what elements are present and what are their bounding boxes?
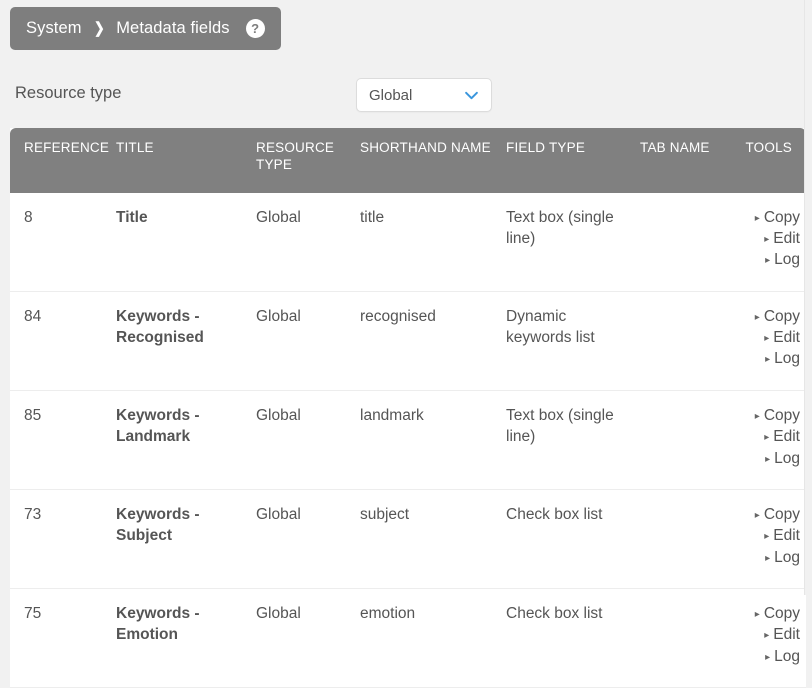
cell-title: Keywords - Subject [110, 489, 250, 590]
vertical-scrollbar[interactable] [804, 0, 812, 595]
tool-link-copy[interactable]: ▸ Copy [732, 405, 800, 426]
chevron-down-icon [465, 91, 478, 99]
column-header-reference[interactable]: REFERENCE [10, 128, 110, 193]
cell-tools: ▸ Copy ▸ Edit ▸ Log [726, 390, 806, 490]
cell-tab-name [634, 390, 726, 490]
cell-resource-type: Global [250, 588, 354, 688]
cell-shorthand-name: subject [354, 489, 500, 590]
tool-link-log[interactable]: ▸ Log [732, 646, 800, 667]
table-row: 8 Title Global title Text box (single line) ▸… [10, 192, 806, 292]
tool-bullet-icon: ▸ [754, 311, 760, 323]
tool-bullet-icon: ▸ [764, 233, 770, 245]
resource-type-selected-value: Global [369, 86, 413, 104]
tool-bullet-icon: ▸ [765, 255, 771, 267]
cell-title: Title [110, 192, 250, 292]
cell-resource-type: Global [250, 489, 354, 590]
column-header-resource-type[interactable]: RESOURCE TYPE [250, 128, 354, 193]
cell-field-type: Check box list [500, 489, 634, 590]
cell-shorthand-name: title [354, 192, 500, 292]
resource-type-filter: Resource type Global [0, 78, 812, 118]
table-row: 85 Keywords - Landmark Global landmark Text … [10, 390, 806, 490]
cell-tools: ▸ Copy ▸ Edit ▸ Log [726, 291, 806, 391]
resource-type-label: Resource type [15, 84, 122, 102]
table-row: 75 Keywords - Emotion Global emotion Check b… [10, 588, 806, 688]
cell-title: Keywords - Emotion [110, 588, 250, 688]
help-icon[interactable]: ? [245, 19, 265, 38]
breadcrumb-item-system[interactable]: System [26, 19, 82, 38]
tool-bullet-icon: ▸ [754, 609, 760, 621]
cell-title: Keywords - Landmark [110, 390, 250, 490]
column-header-title[interactable]: TITLE [110, 128, 250, 193]
cell-field-type: Text box (single line) [500, 192, 634, 292]
table-header-row: REFERENCE TITLE RESOURCE TYPE SHORTHAND … [10, 128, 806, 193]
cell-resource-type: Global [250, 390, 354, 490]
tool-link-copy[interactable]: ▸ Copy [732, 306, 800, 327]
resource-type-select[interactable]: Global [356, 78, 492, 112]
tool-bullet-icon: ▸ [754, 410, 760, 422]
tool-bullet-icon: ▸ [764, 630, 770, 642]
cell-tools: ▸ Copy ▸ Edit ▸ Log [726, 192, 806, 292]
tool-link-log[interactable]: ▸ Log [732, 448, 800, 469]
column-header-shorthand-name[interactable]: SHORTHAND NAME [354, 128, 500, 193]
tool-link-edit[interactable]: ▸ Edit [732, 327, 800, 348]
tool-bullet-icon: ▸ [765, 651, 771, 663]
tool-link-log[interactable]: ▸ Log [732, 547, 800, 568]
tool-link-log[interactable]: ▸ Log [732, 249, 800, 270]
cell-reference: 75 [10, 588, 110, 688]
cell-tools: ▸ Copy ▸ Edit ▸ Log [726, 588, 806, 688]
tool-link-edit[interactable]: ▸ Edit [732, 624, 800, 645]
cell-tab-name [634, 192, 726, 292]
cell-shorthand-name: landmark [354, 390, 500, 490]
tool-link-copy[interactable]: ▸ Copy [732, 603, 800, 624]
column-header-tools: TOOLS [726, 128, 806, 193]
cell-resource-type: Global [250, 291, 354, 391]
tool-link-log[interactable]: ▸ Log [732, 348, 800, 369]
table-body: 8 Title Global title Text box (single line) ▸… [10, 192, 806, 688]
cell-reference: 84 [10, 291, 110, 391]
cell-resource-type: Global [250, 192, 354, 292]
tool-link-copy[interactable]: ▸ Copy [732, 207, 800, 228]
cell-field-type: Text box (single line) [500, 390, 634, 490]
cell-tab-name [634, 588, 726, 688]
cell-shorthand-name: emotion [354, 588, 500, 688]
metadata-fields-page: System ❯ Metadata fields ? Resource type… [0, 0, 812, 688]
breadcrumb-separator-icon: ❯ [93, 20, 105, 37]
cell-reference: 85 [10, 390, 110, 490]
column-header-field-type[interactable]: FIELD TYPE [500, 128, 634, 193]
tool-link-edit[interactable]: ▸ Edit [732, 228, 800, 249]
tool-bullet-icon: ▸ [764, 333, 770, 345]
tool-link-edit[interactable]: ▸ Edit [732, 426, 800, 447]
cell-field-type: Check box list [500, 588, 634, 688]
cell-tab-name [634, 291, 726, 391]
table-row: 73 Keywords - Subject Global subject Check b… [10, 489, 806, 590]
breadcrumb: System ❯ Metadata fields ? [10, 7, 281, 50]
tool-bullet-icon: ▸ [764, 432, 770, 444]
tool-bullet-icon: ▸ [754, 509, 760, 521]
cell-reference: 8 [10, 192, 110, 292]
tool-bullet-icon: ▸ [764, 531, 770, 543]
tool-bullet-icon: ▸ [765, 552, 771, 564]
tool-bullet-icon: ▸ [765, 453, 771, 465]
breadcrumb-item-metadata-fields: Metadata fields [116, 19, 230, 37]
cell-tab-name [634, 489, 726, 590]
tool-link-copy[interactable]: ▸ Copy [732, 504, 800, 525]
cell-shorthand-name: recognised [354, 291, 500, 391]
cell-title: Keywords - Recognised [110, 291, 250, 391]
tool-bullet-icon: ▸ [754, 212, 760, 224]
cell-tools: ▸ Copy ▸ Edit ▸ Log [726, 489, 806, 590]
tool-link-edit[interactable]: ▸ Edit [732, 525, 800, 546]
table-row: 84 Keywords - Recognised Global recognised D… [10, 291, 806, 391]
cell-reference: 73 [10, 489, 110, 590]
cell-field-type: Dynamic keywords list [500, 291, 634, 391]
column-header-tab-name[interactable]: TAB NAME [634, 128, 726, 193]
metadata-fields-table-wrap: REFERENCE TITLE RESOURCE TYPE SHORTHAND … [10, 128, 806, 688]
tool-bullet-icon: ▸ [765, 354, 771, 366]
metadata-fields-table: REFERENCE TITLE RESOURCE TYPE SHORTHAND … [10, 128, 806, 688]
